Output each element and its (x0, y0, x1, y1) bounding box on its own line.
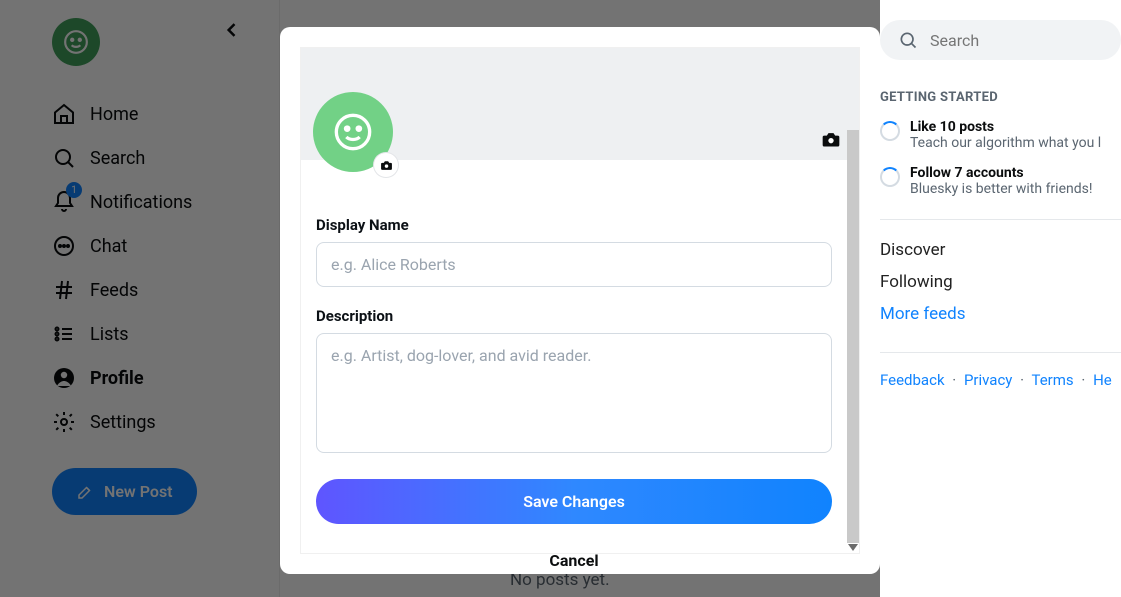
scroll-down-arrow-icon[interactable] (848, 544, 858, 551)
divider (880, 352, 1121, 353)
task-subtitle: Teach our algorithm what you l (910, 135, 1101, 151)
description-label: Description (316, 307, 832, 325)
footer-privacy[interactable]: Privacy (964, 371, 1012, 389)
task-title: Follow 7 accounts (910, 165, 1092, 181)
feed-link-more[interactable]: More feeds (880, 298, 1121, 330)
progress-circle-icon (880, 167, 900, 187)
footer-help[interactable]: He (1093, 371, 1112, 389)
save-changes-button[interactable]: Save Changes (316, 479, 832, 524)
feed-link-discover[interactable]: Discover (880, 234, 1121, 266)
edit-profile-modal: Display Name Description Save Changes Ca… (280, 27, 880, 574)
search-field[interactable] (880, 20, 1121, 60)
task-subtitle: Bluesky is better with friends! (910, 181, 1092, 197)
footer-terms[interactable]: Terms (1032, 371, 1074, 389)
getting-started-header: GETTING STARTED (880, 90, 1121, 105)
search-input[interactable] (930, 31, 1121, 50)
footer-links: Feedback · Privacy · Terms · He (880, 371, 1121, 389)
divider (880, 219, 1121, 220)
task-title: Like 10 posts (910, 119, 1101, 135)
change-avatar-button[interactable] (374, 153, 398, 177)
display-name-input[interactable] (316, 242, 832, 287)
onboarding-task[interactable]: Follow 7 accounts Bluesky is better with… (880, 165, 1121, 197)
progress-circle-icon (880, 121, 900, 141)
display-name-label: Display Name (316, 216, 832, 234)
search-icon (898, 30, 918, 50)
modal-scrollbar[interactable] (847, 130, 859, 543)
feed-link-following[interactable]: Following (880, 266, 1121, 298)
cancel-button[interactable]: Cancel (316, 538, 832, 583)
description-input[interactable] (316, 333, 832, 453)
onboarding-task[interactable]: Like 10 posts Teach our algorithm what y… (880, 119, 1121, 151)
footer-feedback[interactable]: Feedback (880, 371, 945, 389)
change-banner-button[interactable] (821, 130, 841, 148)
